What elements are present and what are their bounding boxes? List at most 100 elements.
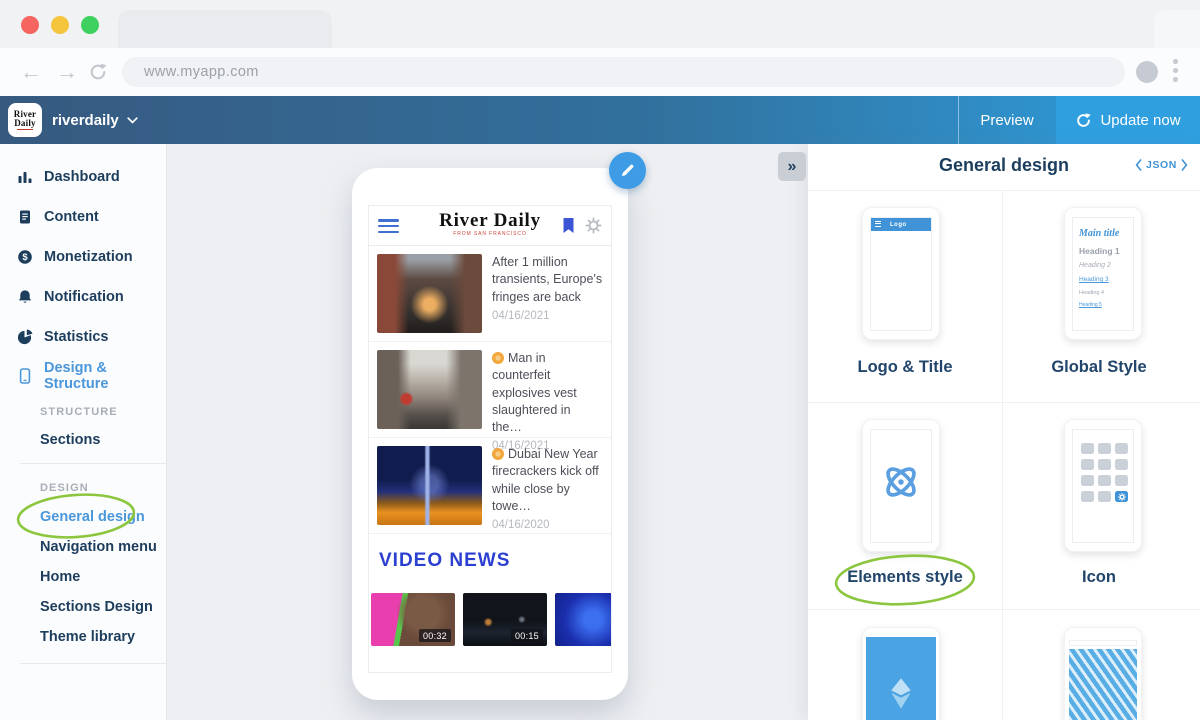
preview-button[interactable]: Preview: [958, 96, 1056, 144]
update-now-button[interactable]: Update now: [1056, 96, 1200, 144]
mini-logo-text: Logo: [890, 222, 907, 228]
card-icon[interactable]: [1064, 419, 1142, 552]
sidebar-divider: [20, 663, 167, 664]
json-label: JSON: [1146, 159, 1177, 171]
article-date: 04/16/2020: [492, 519, 603, 531]
card-label-icon[interactable]: Icon: [1002, 568, 1196, 587]
video-row: 00:32 00:15: [369, 593, 611, 646]
sidebar-item-sections-design[interactable]: Sections Design: [40, 599, 153, 615]
article-date: 04/16/2021: [492, 310, 603, 322]
monetization-icon: $: [17, 249, 33, 265]
sidebar-item-statistics[interactable]: Statistics: [0, 317, 167, 357]
chevron-right-icon: [1181, 159, 1188, 171]
sidebar-item-label: Dashboard: [44, 169, 120, 185]
project-switcher[interactable]: riverdaily: [52, 96, 138, 144]
url-text: www.myapp.com: [144, 64, 259, 80]
chevron-left-icon: [1135, 159, 1142, 171]
smartphone-icon: [17, 368, 33, 384]
sidebar-item-home[interactable]: Home: [40, 569, 80, 585]
mini-hamburger-icon: [875, 221, 881, 228]
card-label-logo-title[interactable]: Logo & Title: [808, 358, 1002, 377]
article-row[interactable]: Man in counterfeit explosives vest slaug…: [369, 342, 611, 438]
premium-badge-icon: [492, 448, 504, 460]
article-title: After 1 million transients, Europe's fri…: [492, 254, 603, 306]
structure-section-heading: STRUCTURE: [40, 406, 118, 418]
design-section-heading: DESIGN: [40, 482, 89, 494]
edit-button[interactable]: [609, 152, 646, 189]
grid-divider-horizontal: [808, 402, 1200, 403]
url-bar[interactable]: www.myapp.com: [122, 57, 1125, 87]
browser-tab-partial[interactable]: [1154, 10, 1200, 48]
sidebar-item-dashboard[interactable]: Dashboard: [0, 157, 167, 197]
app-logo-line2: Daily: [14, 119, 36, 128]
document-icon: [17, 209, 33, 225]
mini-stripe-topbar: [1069, 640, 1137, 646]
diamond-icon: [886, 677, 916, 711]
app-topbar: River Daily riverdaily Preview Update no…: [0, 96, 1200, 144]
video-thumbnail[interactable]: 00:32: [371, 593, 455, 646]
sidebar-item-label: Content: [44, 209, 99, 225]
card-partial-solid[interactable]: [862, 627, 940, 720]
grid-divider-horizontal: [808, 609, 1200, 610]
refresh-icon[interactable]: [88, 62, 108, 82]
card-global-style[interactable]: Main title Heading 1 Heading 2 Heading 3…: [1064, 207, 1142, 340]
forward-icon[interactable]: →: [52, 57, 82, 87]
collapse-panel-button[interactable]: »: [778, 152, 806, 181]
browser-tab[interactable]: [118, 10, 332, 48]
json-toggle-button[interactable]: JSON: [1135, 159, 1188, 171]
settings-gear-icon[interactable]: [585, 217, 602, 239]
article-title: Man in counterfeit explosives vest slaug…: [492, 350, 603, 436]
app-logo[interactable]: River Daily: [8, 103, 42, 137]
mini-stripe-preview: [1069, 649, 1137, 720]
card-partial-stripes[interactable]: [1064, 627, 1142, 720]
phone-mockup: River Daily FROM SAN FRANCISCO After 1 m…: [352, 168, 628, 700]
mini-icon-grid: [1073, 430, 1133, 502]
video-thumbnail[interactable]: 00:15: [463, 593, 547, 646]
general-design-panel: General design JSON Logo Logo & Title Ma: [808, 144, 1200, 720]
mini-headings: Main title Heading 1 Heading 2 Heading 3…: [1073, 218, 1133, 308]
update-now-label: Update now: [1100, 112, 1180, 129]
minimize-window-button[interactable]: [51, 16, 69, 34]
sidebar-item-theme-library[interactable]: Theme library: [40, 629, 135, 645]
sidebar-item-label: Statistics: [44, 329, 108, 345]
back-icon[interactable]: ←: [16, 57, 46, 87]
project-name: riverdaily: [52, 112, 119, 129]
bar-chart-icon: [17, 169, 33, 185]
sidebar-item-notification[interactable]: Notification: [0, 277, 167, 317]
card-label-global-style[interactable]: Global Style: [1002, 358, 1196, 377]
sidebar-item-navigation-menu[interactable]: Navigation menu: [40, 539, 157, 555]
video-duration: 00:15: [511, 629, 543, 642]
sidebar-divider: [20, 463, 167, 464]
article-title: Dubai New Year firecrackers kick off whi…: [492, 446, 603, 515]
mini-logo-header: Logo: [871, 218, 931, 231]
sidebar-item-monetization[interactable]: $ Monetization: [0, 237, 167, 277]
video-duration: 00:32: [419, 629, 451, 642]
sidebar-item-design-structure[interactable]: Design & Structure: [0, 356, 167, 396]
sidebar-item-content[interactable]: Content: [0, 197, 167, 237]
sidebar-item-general-design[interactable]: General design: [40, 509, 145, 525]
svg-text:$: $: [22, 252, 28, 263]
phone-screen: River Daily FROM SAN FRANCISCO After 1 m…: [368, 205, 612, 673]
close-window-button[interactable]: [21, 16, 39, 34]
browser-tabstrip: [0, 0, 1200, 48]
video-news-heading: VIDEO NEWS: [379, 550, 611, 572]
card-label-elements-style[interactable]: Elements style: [808, 568, 1002, 587]
sidebar-item-label: Notification: [44, 289, 124, 305]
profile-avatar[interactable]: [1136, 61, 1158, 83]
browser-menu-icon[interactable]: [1173, 59, 1179, 85]
maximize-window-button[interactable]: [81, 16, 99, 34]
video-thumbnail[interactable]: [555, 593, 612, 646]
sidebar-item-sections[interactable]: Sections: [40, 432, 100, 448]
sync-icon: [1075, 112, 1092, 129]
atom-icon: [879, 460, 923, 504]
article-row[interactable]: Dubai New Year firecrackers kick off whi…: [369, 438, 611, 534]
app-window: ← → www.myapp.com River Daily riverdaily…: [0, 0, 1200, 720]
card-elements-style[interactable]: [862, 419, 940, 552]
hamburger-menu-icon[interactable]: [378, 219, 399, 236]
chevron-down-icon: [127, 117, 138, 124]
article-row[interactable]: After 1 million transients, Europe's fri…: [369, 246, 611, 342]
bell-icon: [17, 289, 33, 305]
bookmark-icon[interactable]: [562, 217, 575, 239]
pie-chart-icon: [17, 329, 33, 345]
card-logo-title[interactable]: Logo: [862, 207, 940, 340]
